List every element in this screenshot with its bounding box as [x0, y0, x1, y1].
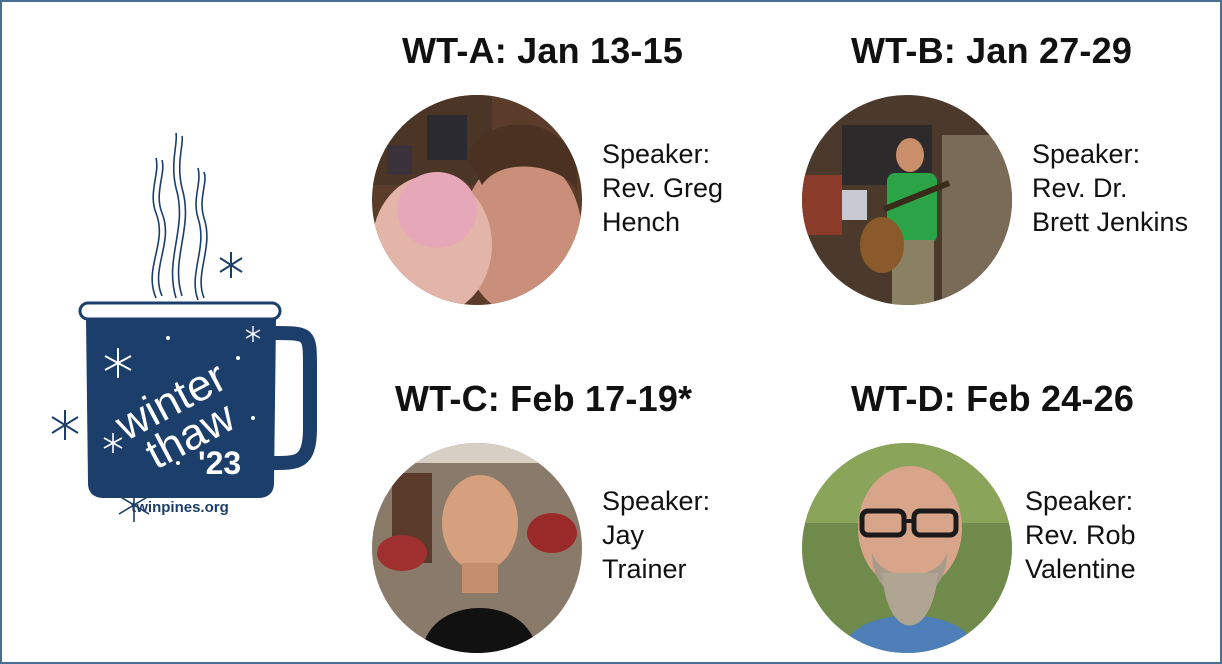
- logo-website-text: twinpines.org: [131, 499, 229, 516]
- speaker-label: Speaker:: [602, 486, 711, 516]
- event-c-title: WT-C: Feb 17-19*: [395, 378, 693, 419]
- winter-thaw-logo: winter thaw '23 twinpines.org: [48, 128, 318, 528]
- speaker-label: Speaker:: [602, 139, 711, 169]
- event-a-speaker: Speaker: Rev. Greg Hench: [602, 137, 723, 239]
- speaker-photo-greg-hench: [372, 95, 582, 305]
- speaker-name-line1: Rev. Dr.: [1032, 173, 1128, 203]
- event-a-title: WT-A: Jan 13-15: [402, 30, 684, 71]
- speaker-photo-brett-jenkins: [802, 95, 1012, 305]
- speaker-name-line2: Brett Jenkins: [1032, 207, 1189, 237]
- steam-icon: [151, 132, 208, 301]
- event-b-title: WT-B: Jan 27-29: [851, 30, 1133, 71]
- speaker-photo-rob-valentine: [802, 443, 1012, 653]
- snowflake-icon: [219, 252, 243, 278]
- event-b-speaker: Speaker: Rev. Dr. Brett Jenkins: [1032, 137, 1188, 239]
- speaker-label: Speaker:: [1032, 139, 1141, 169]
- speaker-name-line2: Hench: [602, 207, 681, 237]
- event-d-speaker: Speaker: Rev. Rob Valentine: [1025, 484, 1136, 586]
- speaker-name-line1: Rev. Greg: [602, 173, 724, 203]
- speaker-name-line1: Rev. Rob: [1025, 520, 1136, 550]
- speaker-name-line1: Jay: [602, 520, 645, 550]
- speaker-name-line2: Valentine: [1025, 554, 1136, 584]
- event-c-speaker: Speaker: Jay Trainer: [602, 484, 710, 586]
- logo-year-text: '23: [198, 445, 241, 481]
- speaker-label: Speaker:: [1025, 486, 1134, 516]
- speaker-photo-jay-trainer: [372, 443, 582, 653]
- snowflake-icon: [51, 410, 79, 440]
- event-d-title: WT-D: Feb 24-26: [851, 378, 1135, 419]
- speaker-name-line2: Trainer: [602, 554, 687, 584]
